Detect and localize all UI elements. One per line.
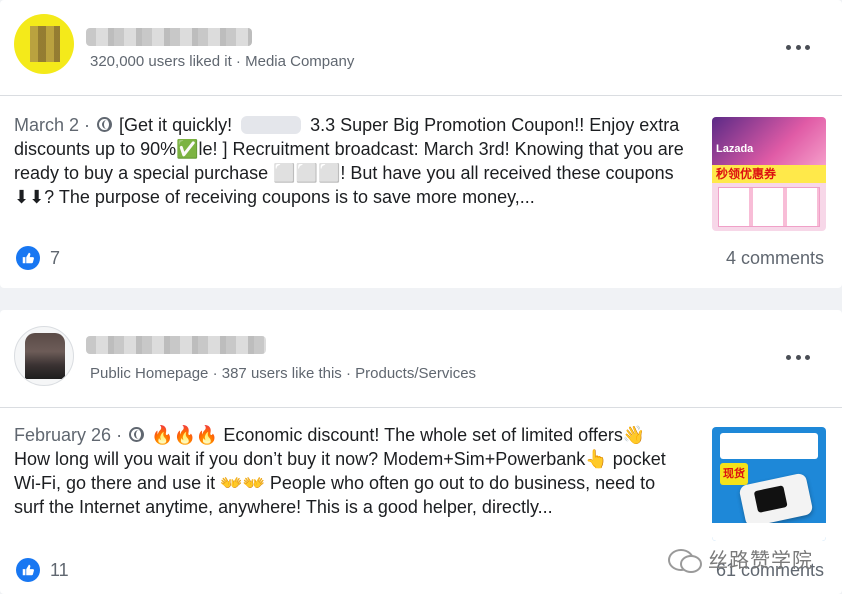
watermark-text: 丝路赞学院 xyxy=(708,548,813,572)
post-header: Public Homepage · 387 users like this · … xyxy=(0,310,842,408)
page-likes: 387 users like this xyxy=(221,365,342,382)
post-text: February 26 · 🔥🔥🔥 Economic discount! The… xyxy=(14,425,666,517)
page-likes: 320,000 users liked it xyxy=(90,53,232,70)
comments-link[interactable]: 4 comments xyxy=(726,248,824,269)
like-count[interactable]: 11 xyxy=(50,560,69,581)
page-name-redacted[interactable] xyxy=(86,28,252,46)
post-header: 320,000 users liked it · Media Company xyxy=(0,0,842,96)
watermark: 丝路赞学院 xyxy=(668,544,813,573)
post-date[interactable]: February 26 xyxy=(14,425,111,445)
page-meta: 320,000 users liked it · Media Company xyxy=(90,53,355,70)
wechat-icon xyxy=(668,547,702,573)
post-card: 320,000 users liked it · Media Company M… xyxy=(0,0,842,288)
globe-icon xyxy=(97,117,113,132)
post-date[interactable]: March 2 xyxy=(14,115,79,135)
thumbnail-logo: Lazada xyxy=(716,143,754,155)
page-meta: Public Homepage · 387 users like this · … xyxy=(90,365,477,382)
page-category[interactable]: Products/Services xyxy=(355,365,476,382)
like-count[interactable]: 7 xyxy=(50,248,60,269)
redacted-text xyxy=(241,116,302,134)
wifi-device-image xyxy=(738,472,814,528)
page-avatar[interactable] xyxy=(14,326,74,386)
like-icon[interactable] xyxy=(16,246,40,270)
post-thumbnail[interactable]: Lazada 秒领优惠券 xyxy=(712,117,826,231)
thumbnail-tag: 现货 xyxy=(720,463,748,485)
more-options-button[interactable] xyxy=(786,40,810,54)
page-avatar[interactable] xyxy=(14,14,74,74)
post-thumbnail[interactable]: 现货 xyxy=(712,427,826,541)
post-text: March 2 · [Get it quickly! 3.3 Super Big… xyxy=(14,115,684,207)
page-type: Public Homepage xyxy=(90,365,209,382)
thumbnail-banner: 秒领优惠券 xyxy=(712,165,826,183)
page-name-redacted[interactable] xyxy=(86,336,266,354)
more-options-button[interactable] xyxy=(786,350,810,364)
globe-icon xyxy=(129,427,145,442)
page-category[interactable]: Media Company xyxy=(245,53,354,70)
like-icon[interactable] xyxy=(16,558,40,582)
